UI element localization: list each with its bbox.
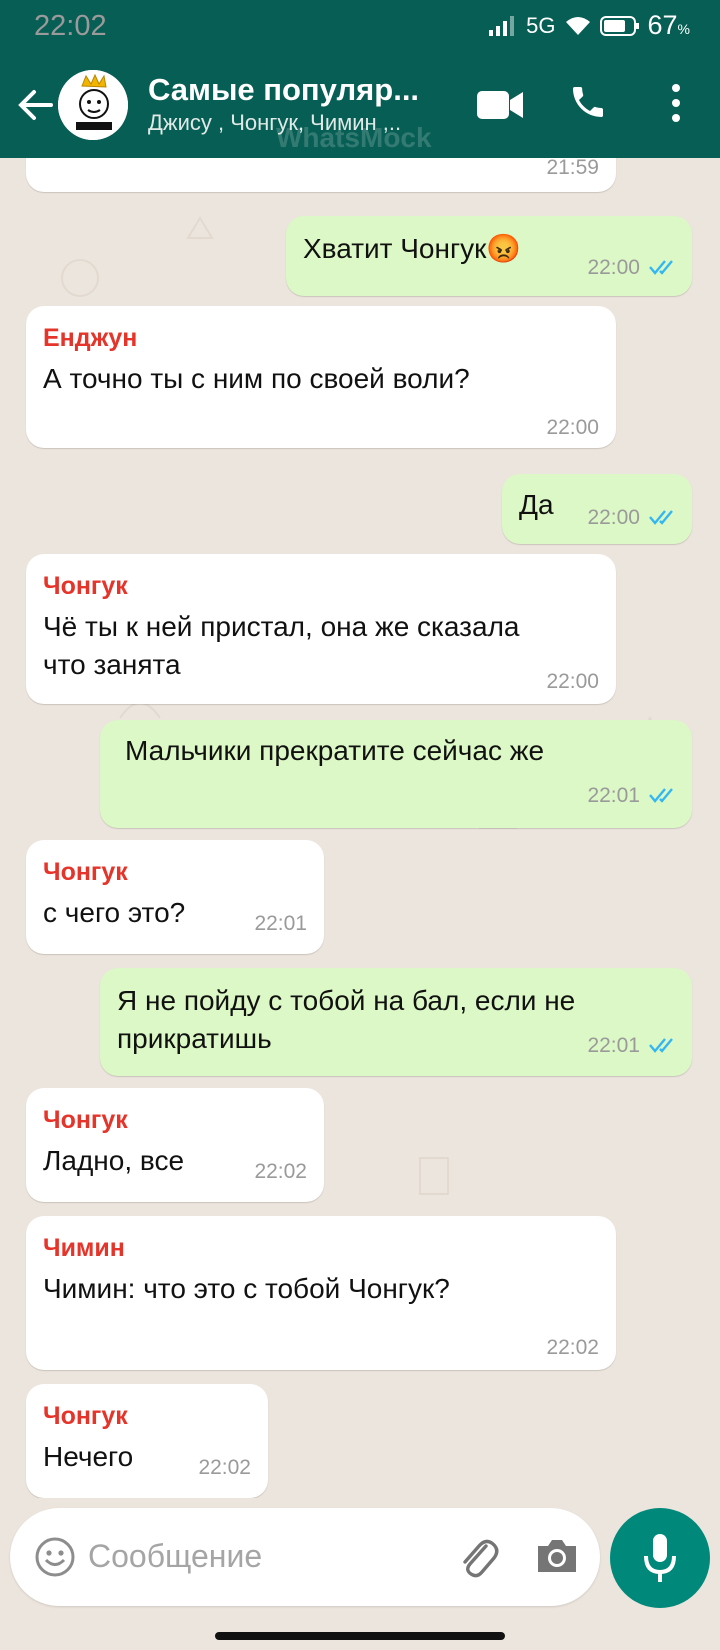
gesture-bar	[215, 1632, 505, 1640]
message-bubble-incoming[interactable]: Чонгук Чё ты к ней пристал, она же сказа…	[26, 554, 616, 704]
message-time: 22:02	[254, 1160, 307, 1183]
voice-call-icon[interactable]	[568, 82, 608, 122]
microphone-icon	[644, 1534, 676, 1582]
message-text: А точно ты с ним по своей воли?	[43, 363, 470, 394]
message-bubble-outgoing[interactable]: Мальчики прекратите сейчас же 22:01	[100, 720, 692, 828]
more-options-icon[interactable]	[668, 82, 684, 124]
network-label: 5G	[526, 12, 556, 38]
message-bubble-incoming[interactable]: Чимин Чимин: что это с тобой Чонгук? 22:…	[26, 1216, 616, 1370]
message-text: Хватит Чонгук😡	[303, 233, 522, 264]
message-bubble-incoming[interactable]: Енджун А точно ты с ним по своей воли? 2…	[26, 306, 616, 448]
message-time: 22:02	[198, 1456, 251, 1479]
message-time: 22:01	[587, 784, 640, 807]
chat-title[interactable]: Самые популяр...	[148, 72, 419, 108]
message-time: 22:00	[546, 670, 599, 693]
attach-icon[interactable]	[456, 1534, 500, 1578]
battery-percent: 67%	[647, 10, 691, 40]
message-bubble-incoming[interactable]: Чонгук Нечего 22:02	[26, 1384, 268, 1498]
read-ticks-icon	[649, 260, 673, 275]
sender-name: Енджун	[43, 324, 138, 352]
read-ticks-icon	[649, 510, 673, 525]
watermark: WhatsMock	[276, 122, 432, 153]
camera-icon[interactable]	[534, 1536, 580, 1576]
voice-record-button[interactable]	[610, 1508, 710, 1608]
group-avatar[interactable]	[58, 70, 128, 140]
message-text-line2: что занята	[43, 649, 181, 680]
sender-name: Чонгук	[43, 858, 128, 886]
message-bubble-incoming[interactable]: 21:59	[26, 158, 616, 192]
sender-name: Чонгук	[43, 572, 128, 600]
message-text: Чё ты к ней пристал, она же сказала	[43, 611, 520, 642]
message-text: с чего это?	[43, 897, 186, 928]
message-bubble-outgoing[interactable]: Я не пойду с тобой на бал, если не прикр…	[100, 968, 692, 1076]
sender-name: Чимин	[43, 1234, 125, 1262]
message-time: 22:01	[587, 1034, 640, 1057]
message-time: 22:00	[587, 506, 640, 529]
wifi-icon	[565, 16, 590, 35]
message-time: 22:02	[546, 1336, 599, 1359]
message-text: Чимин: что это с тобой Чонгук?	[43, 1273, 450, 1304]
read-ticks-icon	[649, 1038, 673, 1053]
read-ticks-icon	[649, 788, 673, 803]
battery-icon	[599, 15, 639, 36]
sender-name: Чонгук	[43, 1402, 128, 1430]
message-text: Мальчики прекратите сейчас же	[125, 735, 545, 766]
message-time: 21:59	[546, 158, 599, 179]
message-composer[interactable]: Сообщение	[10, 1508, 600, 1606]
sender-name: Чонгук	[43, 1106, 128, 1134]
status-time: 22:02	[34, 10, 107, 42]
message-text: Ладно, все	[43, 1145, 185, 1176]
message-bubble-incoming[interactable]: Чонгук с чего это? 22:01	[26, 840, 324, 954]
status-bar: 22:02 5G 67%	[0, 0, 720, 52]
chat-header: Самые популяр... Джису , Чонгук, Чимин ,…	[0, 52, 720, 158]
message-input[interactable]: Сообщение	[88, 1538, 262, 1575]
message-text: Я не пойду с тобой на бал, если не	[117, 985, 576, 1016]
message-text: Да	[519, 489, 554, 520]
back-arrow-icon[interactable]	[16, 86, 54, 124]
message-list[interactable]: 21:59 Хватит Чонгук😡 22:00 Енджун А точн…	[0, 158, 720, 1498]
message-time: 22:00	[546, 416, 599, 439]
message-time: 22:00	[587, 256, 640, 279]
message-bubble-incoming[interactable]: Чонгук Ладно, все 22:02	[26, 1088, 324, 1202]
message-text-line2: прикратишь	[117, 1023, 272, 1054]
message-text: Нечего	[43, 1441, 134, 1472]
emoji-icon[interactable]	[34, 1536, 76, 1578]
video-call-icon[interactable]	[476, 88, 524, 122]
message-bubble-outgoing[interactable]: Да 22:00	[502, 474, 692, 544]
signal-icon	[489, 15, 515, 36]
message-bubble-outgoing[interactable]: Хватит Чонгук😡 22:00	[286, 216, 692, 296]
message-time: 22:01	[254, 912, 307, 935]
